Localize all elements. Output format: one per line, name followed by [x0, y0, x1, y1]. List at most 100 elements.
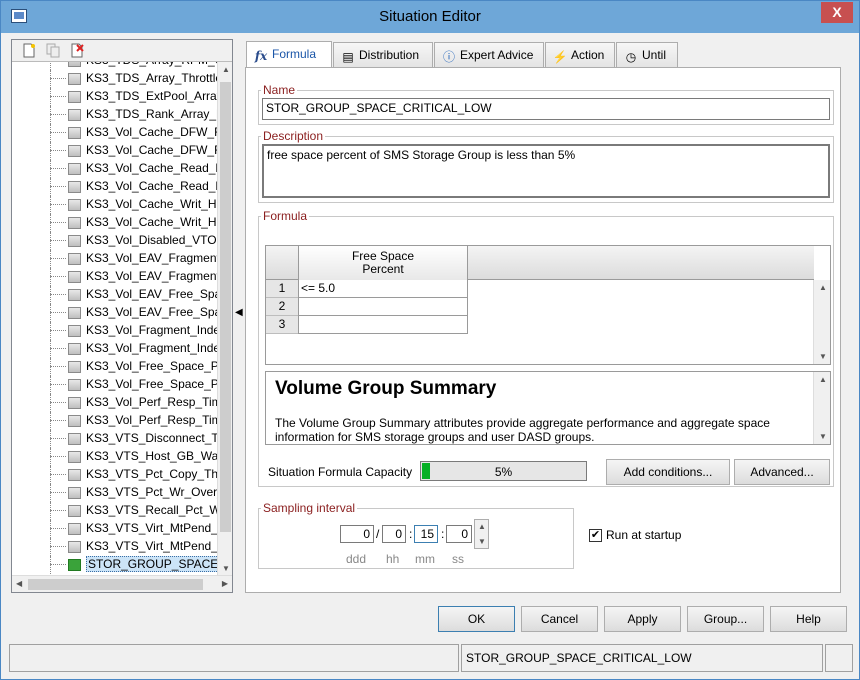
tree-item[interactable]: KS3_Vol_EAV_Fragment_ — [12, 268, 217, 286]
situation-icon — [68, 181, 81, 193]
tree-item[interactable]: KS3_Vol_Free_Space_Pc — [12, 376, 217, 394]
row-number[interactable]: 3 — [266, 316, 298, 334]
tree-item[interactable]: KS3_VTS_Host_GB_War — [12, 448, 217, 466]
tree-connector — [50, 70, 51, 88]
tree-item[interactable]: KS3_VTS_Pct_Copy_Thro — [12, 466, 217, 484]
tree-item[interactable]: KS3_Vol_EAV_Free_Spac — [12, 304, 217, 322]
tree-item[interactable]: KS3_Vol_Perf_Resp_Tim — [12, 412, 217, 430]
tree-item[interactable]: KS3_Vol_Cache_DFW_R — [12, 124, 217, 142]
copy-situation-icon[interactable] — [46, 43, 60, 58]
situation-active-icon — [68, 559, 81, 571]
close-button[interactable]: X — [821, 2, 853, 23]
add-conditions-button[interactable]: Add conditions... — [606, 459, 730, 485]
tree-item-label: KS3_Vol_Fragment_Inde — [86, 323, 217, 337]
delete-situation-icon[interactable] — [70, 43, 84, 58]
help-vertical-scrollbar[interactable]: ▲ ▼ — [813, 372, 830, 444]
ok-button[interactable]: OK — [438, 606, 515, 632]
situation-icon — [68, 451, 81, 463]
status-cell-empty — [9, 644, 459, 672]
row-number[interactable]: 1 — [266, 280, 298, 298]
cancel-button[interactable]: Cancel — [521, 606, 598, 632]
tree-item[interactable]: KS3_Vol_Cache_Read_H — [12, 178, 217, 196]
group-button[interactable]: Group... — [687, 606, 764, 632]
tree-hscroll-thumb[interactable] — [28, 579, 203, 590]
tree-connector — [50, 538, 51, 556]
tab-until[interactable]: ◷ Until — [616, 42, 678, 68]
scroll-down-arrow-icon[interactable]: ▼ — [819, 432, 827, 441]
seconds-field[interactable]: 0 — [446, 525, 472, 543]
tree-connector — [50, 250, 51, 268]
description-field[interactable]: free space percent of SMS Storage Group … — [262, 144, 830, 198]
days-field[interactable]: 0 — [340, 525, 374, 543]
tree-item[interactable]: KS3_Vol_Fragment_Inde — [12, 322, 217, 340]
situation-icon — [68, 325, 81, 337]
tree-item[interactable]: KS3_Vol_Cache_Read_H — [12, 160, 217, 178]
scroll-right-arrow-icon[interactable]: ▶ — [222, 579, 228, 588]
tree-connector — [50, 168, 66, 169]
tree-item-label: KS3_VTS_Disconnect_Ti — [86, 431, 217, 445]
tree-item[interactable]: KS3_VTS_Virt_MtPend_A — [12, 520, 217, 538]
tree-item[interactable]: KS3_VTS_Pct_Wr_Over_T — [12, 484, 217, 502]
title-bar[interactable]: Situation Editor X — [1, 1, 859, 33]
tree-connector — [50, 312, 66, 313]
spin-down-icon[interactable]: ▼ — [478, 537, 486, 546]
formula-cell[interactable] — [298, 316, 468, 334]
tree-item[interactable]: KS3_TDS_ExtPool_Array_ — [12, 88, 217, 106]
tab-formula[interactable]: fx Formula — [246, 41, 332, 69]
scroll-down-arrow-icon[interactable]: ▼ — [819, 352, 827, 361]
tree-item[interactable]: KS3_Vol_Free_Space_Pc — [12, 358, 217, 376]
column-header-free-space-percent[interactable]: Free Space Percent — [298, 246, 468, 280]
tree-connector — [50, 294, 66, 295]
formula-cell[interactable] — [298, 298, 468, 316]
name-field[interactable]: STOR_GROUP_SPACE_CRITICAL_LOW — [262, 98, 830, 120]
tab-action[interactable]: ⚡ Action — [545, 42, 615, 68]
tree-item[interactable]: KS3_Vol_Disabled_VTOC — [12, 232, 217, 250]
situation-icon — [68, 541, 81, 553]
situation-tree-panel: KS3_TDS_Array_RPM_Cr KS3_TDS_Array_Thrott… — [11, 39, 233, 593]
tree-item[interactable]: KS3_Vol_EAV_Free_Spac — [12, 286, 217, 304]
run-at-startup-checkbox[interactable]: ✔ — [589, 529, 602, 542]
tree-connector — [50, 492, 66, 493]
formula-cell[interactable]: <= 5.0 — [298, 280, 468, 298]
help-button[interactable]: Help — [770, 606, 847, 632]
tree-item[interactable]: KS3_TDS_Array_Throttle — [12, 70, 217, 88]
tree-item[interactable]: KS3_Vol_EAV_Fragment_ — [12, 250, 217, 268]
tab-expert-advice[interactable]: ⓘ Expert Advice — [434, 42, 544, 68]
panel-splitter[interactable]: ◀ — [233, 39, 243, 593]
tree-item[interactable]: KS3_Vol_Cache_DFW_R — [12, 142, 217, 160]
new-situation-icon[interactable] — [22, 43, 36, 58]
interval-spinner[interactable]: ▲ ▼ — [474, 519, 489, 549]
minutes-field[interactable]: 15 — [414, 525, 438, 543]
hours-field[interactable]: 0 — [382, 525, 406, 543]
tree-item[interactable]: KS3_TDS_Array_RPM_Cr — [12, 62, 217, 70]
tab-distribution[interactable]: ▤ Distribution — [333, 42, 433, 68]
tree-item[interactable]: KS3_Vol_Fragment_Inde — [12, 340, 217, 358]
tree-item[interactable]: KS3_VTS_Disconnect_Ti — [12, 430, 217, 448]
tree-connector — [50, 304, 51, 322]
tree-vertical-scrollbar[interactable]: ▲ ▼ — [217, 62, 232, 576]
tree-item[interactable]: KS3_TDS_Rank_Array_P — [12, 106, 217, 124]
row-number[interactable]: 2 — [266, 298, 298, 316]
tree-item-label: KS3_Vol_Cache_Writ_Hi — [86, 197, 217, 211]
tree-horizontal-scrollbar[interactable]: ◀ ▶ — [12, 575, 232, 592]
collapse-arrow-icon[interactable]: ◀ — [235, 307, 243, 318]
apply-button[interactable]: Apply — [604, 606, 681, 632]
scroll-left-arrow-icon[interactable]: ◀ — [16, 579, 22, 588]
tree-item[interactable]: KS3_VTS_Recall_Pct_Wa — [12, 502, 217, 520]
tree-item[interactable]: KS3_Vol_Cache_Writ_Hi — [12, 196, 217, 214]
formula-group: Formula fx fx Free SpacePercent 1 <= 5.0… — [258, 209, 834, 487]
scroll-down-arrow-icon[interactable]: ▼ — [222, 564, 230, 573]
tree-item[interactable]: KS3_VTS_Virt_MtPend_M — [12, 538, 217, 556]
advanced-button[interactable]: Advanced... — [734, 459, 830, 485]
tree-scroll-thumb[interactable] — [220, 82, 231, 532]
status-bar: STOR_GROUP_SPACE_CRITICAL_LOW — [9, 644, 853, 672]
spin-up-icon[interactable]: ▲ — [478, 522, 486, 531]
tree-item[interactable]: STOR_GROUP_SPACE_ — [12, 556, 217, 574]
tree-item[interactable]: KS3_Vol_Cache_Writ_Hi — [12, 214, 217, 232]
grid-vertical-scrollbar[interactable]: ▲ ▼ — [813, 280, 830, 364]
tree-item[interactable]: KS3_Vol_Perf_Resp_Tim — [12, 394, 217, 412]
scroll-up-arrow-icon[interactable]: ▲ — [222, 65, 230, 74]
tree-connector — [50, 348, 66, 349]
scroll-up-arrow-icon[interactable]: ▲ — [819, 375, 827, 384]
scroll-up-arrow-icon[interactable]: ▲ — [819, 283, 827, 292]
